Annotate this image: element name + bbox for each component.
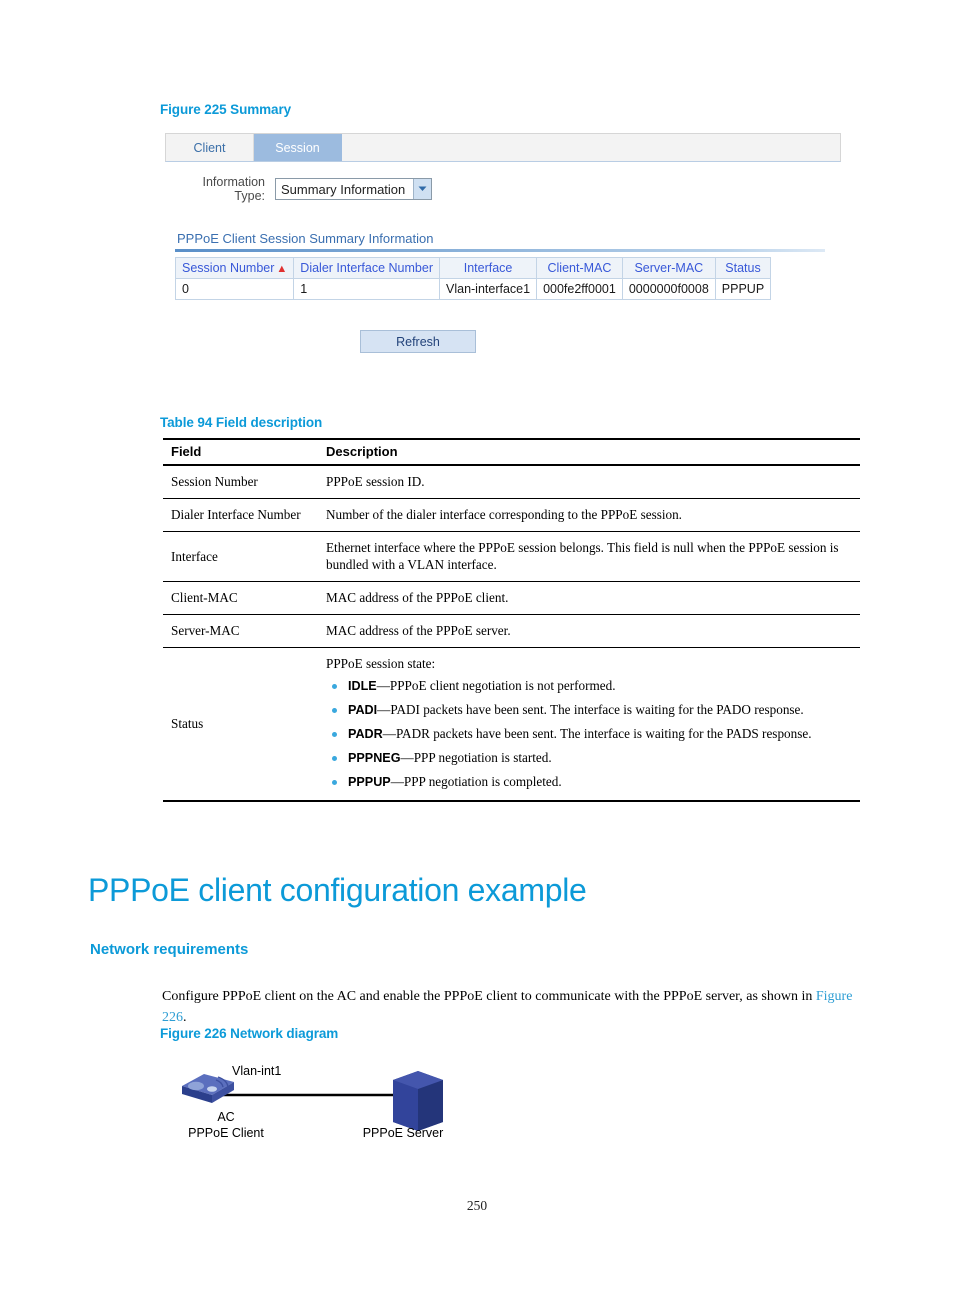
status-term: IDLE: [348, 678, 377, 693]
grid-header-interface[interactable]: Interface: [438, 257, 538, 279]
status-text: —PPP negotiation is completed.: [390, 773, 562, 789]
table-94-header-row: Field Description: [163, 438, 860, 466]
status-term: PPPNEG: [348, 750, 401, 765]
tab-strip-filler: [342, 134, 840, 161]
cell-field: Client-MAC: [163, 581, 318, 616]
information-type-label-line2: Type:: [234, 189, 265, 203]
grid-header-client-mac[interactable]: Client-MAC: [536, 257, 623, 279]
refresh-button-container: Refresh: [165, 330, 841, 353]
grid-header-status[interactable]: Status: [714, 257, 772, 279]
page-number: 250: [466, 1198, 488, 1213]
paragraph-text-part2: .: [183, 1010, 187, 1025]
status-term: PADR: [348, 726, 383, 741]
cell-dialer-interface-number: 1: [293, 278, 440, 300]
tab-session-label: Session: [275, 140, 320, 155]
cell-server-mac: 0000000f0008: [621, 278, 716, 300]
table-row: Dialer Interface Number Number of the di…: [163, 498, 860, 532]
cell-field: Interface: [163, 531, 318, 583]
list-item: IDLE—PPPoE client negotiation is not per…: [326, 677, 852, 695]
cell-status: PPPUP: [714, 278, 772, 300]
list-item: PPPUP—PPP negotiation is completed.: [326, 773, 852, 791]
table-94-caption: Table 94 Field description: [160, 415, 323, 430]
list-item: PPPNEG—PPP negotiation is started.: [326, 749, 852, 767]
table-row[interactable]: 0 1 Vlan-interface1 000fe2ff0001 0000000…: [174, 278, 772, 300]
page-title: PPPoE client configuration example: [88, 872, 587, 908]
section-title-rule: [175, 249, 825, 252]
grid-header-row: Session Number ▲ Dialer Interface Number …: [174, 257, 772, 279]
cell-field: Server-MAC: [163, 614, 318, 648]
section-heading-network-requirements: Network requirements: [90, 941, 249, 958]
wireless-access-controller-icon: [182, 1074, 234, 1103]
table-row-status: Status PPPoE session state: IDLE—PPPoE c…: [163, 647, 860, 802]
tab-session[interactable]: Session: [254, 134, 342, 161]
ascending-sort-arrow-icon[interactable]: ▲: [274, 263, 287, 275]
table-row: Interface Ethernet interface where the P…: [163, 531, 860, 583]
cell-description: Ethernet interface where the PPPoE sessi…: [318, 531, 860, 583]
diagram-node-sublabel-ac: PPPoE Client: [188, 1126, 264, 1140]
grid-header-dialer-interface-number[interactable]: Dialer Interface Number: [293, 257, 440, 279]
server-box-icon: [393, 1071, 443, 1131]
session-summary-grid: Session Number ▲ Dialer Interface Number …: [174, 257, 772, 300]
status-text: —PPP negotiation is started.: [400, 749, 552, 765]
pppoe-session-ui-panel: Client Session Information Type: Summary…: [165, 133, 841, 353]
status-term: PPPUP: [348, 774, 391, 789]
cell-description-status: PPPoE session state: IDLE—PPPoE client n…: [318, 647, 860, 802]
figure-226-caption: Figure 226 Network diagram: [160, 1026, 339, 1041]
status-bullet-list: IDLE—PPPoE client negotiation is not per…: [326, 677, 852, 791]
information-type-label-line1: Information: [202, 175, 265, 189]
grid-header-server-mac[interactable]: Server-MAC: [621, 257, 716, 279]
table-row: Client-MAC MAC address of the PPPoE clie…: [163, 581, 860, 616]
diagram-node-label-ac: AC: [217, 1110, 235, 1124]
cell-client-mac: 000fe2ff0001: [536, 278, 623, 300]
list-item: PADI—PADI packets have been sent. The in…: [326, 701, 852, 719]
status-intro: PPPoE session state:: [326, 655, 436, 671]
cell-field: Session Number: [163, 465, 318, 499]
cell-description: PPPoE session ID.: [318, 465, 860, 499]
cell-session-number: 0: [174, 278, 295, 300]
network-requirements-paragraph: Configure PPPoE client on the AC and ena…: [162, 986, 862, 1028]
status-text: —PPPoE client negotiation is not perform…: [376, 677, 616, 693]
information-type-row: Information Type: Summary Information: [165, 175, 841, 203]
information-type-select[interactable]: Summary Information: [275, 178, 433, 200]
status-text: —PADI packets have been sent. The interf…: [377, 701, 804, 717]
network-diagram: Vlan-int1 AC PPPoE Client PPPoE Server: [160, 1050, 580, 1150]
chevron-down-icon[interactable]: [413, 179, 432, 199]
diagram-node-label-server: PPPoE Server: [362, 1126, 444, 1140]
diagram-link-label: Vlan-int1: [232, 1064, 282, 1078]
list-item: PADR—PADR packets have been sent. The in…: [326, 725, 852, 743]
cell-interface: Vlan-interface1: [438, 278, 538, 300]
cell-description: MAC address of the PPPoE server.: [318, 614, 860, 648]
table-94-header-field: Field: [163, 438, 318, 466]
cell-field: Dialer Interface Number: [163, 498, 318, 532]
tab-strip: Client Session: [165, 133, 841, 162]
paragraph-text-part1: Configure PPPoE client on the AC and ena…: [162, 989, 816, 1004]
grid-header-session-number[interactable]: Session Number ▲: [174, 257, 295, 279]
status-text: —PADR packets have been sent. The interf…: [382, 725, 812, 741]
tab-client[interactable]: Client: [166, 134, 254, 161]
cell-description: MAC address of the PPPoE client.: [318, 581, 860, 616]
table-94-header-description: Description: [318, 438, 860, 466]
information-type-label: Information Type:: [187, 175, 275, 203]
information-type-selected-value: Summary Information: [281, 181, 406, 197]
session-summary-section-title: PPPoE Client Session Summary Information: [177, 231, 434, 246]
refresh-button[interactable]: Refresh: [360, 330, 476, 353]
status-term: PADI: [348, 702, 378, 717]
field-description-table: Field Description Session Number PPPoE s…: [163, 438, 860, 802]
table-row: Server-MAC MAC address of the PPPoE serv…: [163, 614, 860, 648]
cell-description: Number of the dialer interface correspon…: [318, 498, 860, 532]
grid-header-session-number-label: Session Number: [182, 261, 275, 275]
cell-field-status: Status: [163, 647, 318, 802]
table-row: Session Number PPPoE session ID.: [163, 465, 860, 499]
figure-225-caption: Figure 225 Summary: [160, 102, 292, 117]
tab-client-label: Client: [193, 140, 226, 155]
